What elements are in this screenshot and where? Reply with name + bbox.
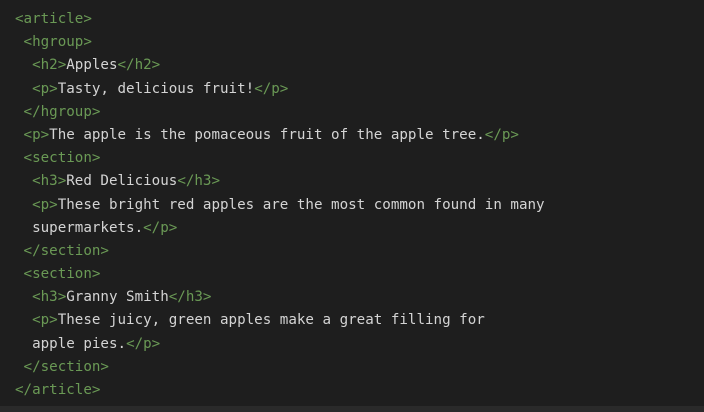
code-block: <article> <hgroup> <h2>Apples</h2> <p>Ta… <box>0 0 704 406</box>
code-open-tag: <h2> <box>32 57 67 74</box>
code-close-tag: </h3> <box>177 173 221 190</box>
code-text: The apple is the pomaceous fruit of the … <box>49 126 485 143</box>
code-open-tag: </article> <box>15 382 101 398</box>
code-line: <h2>Apples</h2> <box>15 54 704 77</box>
code-open-tag: <p> <box>32 80 58 97</box>
code-line: apple pies.</p> <box>15 333 704 356</box>
code-line: <p>These bright red apples are the most … <box>15 194 704 217</box>
code-text: apple pies. <box>32 335 127 352</box>
code-line: <p>These juicy, green apples make a grea… <box>15 309 704 332</box>
code-open-tag: <section> <box>23 266 101 283</box>
code-text: Apples <box>66 57 118 74</box>
code-open-tag: <article> <box>15 11 92 27</box>
code-close-tag: </p> <box>254 80 289 97</box>
code-open-tag: <p> <box>32 312 58 329</box>
code-open-tag: </section> <box>23 358 109 375</box>
code-text: supermarkets. <box>32 219 144 236</box>
code-open-tag: <hgroup> <box>23 34 92 51</box>
code-line: <h3>Granny Smith</h3> <box>15 286 704 309</box>
code-open-tag: <p> <box>23 126 50 143</box>
code-close-tag: </p> <box>126 335 161 352</box>
code-open-tag: <section> <box>23 150 101 167</box>
code-line: <section> <box>15 263 704 286</box>
code-open-tag: <h3> <box>32 173 67 190</box>
code-text: Tasty, delicious fruit! <box>57 80 255 97</box>
code-close-tag: </p> <box>484 126 519 143</box>
code-line: <article> <box>15 8 704 31</box>
code-close-tag: </p> <box>143 219 178 236</box>
code-text: These juicy, green apples make a great f… <box>57 312 485 329</box>
code-open-tag: <p> <box>32 196 58 213</box>
code-line: <h3>Red Delicious</h3> <box>15 170 704 193</box>
code-line: supermarkets.</p> <box>15 217 704 240</box>
code-line: <hgroup> <box>15 31 704 54</box>
code-close-tag: </h3> <box>168 289 212 306</box>
code-line: <section> <box>15 147 704 170</box>
code-close-tag: </h2> <box>117 57 161 74</box>
code-text: Granny Smith <box>66 289 169 306</box>
code-open-tag: <h3> <box>32 289 67 306</box>
code-line: </section> <box>15 356 704 379</box>
code-open-tag: </section> <box>23 242 109 259</box>
horizontal-scrollbar[interactable] <box>0 406 704 412</box>
code-line: </article> <box>15 379 704 402</box>
code-text: Red Delicious <box>66 173 178 190</box>
code-line: </section> <box>15 240 704 263</box>
code-line: <p>Tasty, delicious fruit!</p> <box>15 78 704 101</box>
code-open-tag: </hgroup> <box>23 103 101 120</box>
code-text: These bright red apples are the most com… <box>57 196 545 213</box>
code-line: <p>The apple is the pomaceous fruit of t… <box>15 124 704 147</box>
code-line: </hgroup> <box>15 101 704 124</box>
